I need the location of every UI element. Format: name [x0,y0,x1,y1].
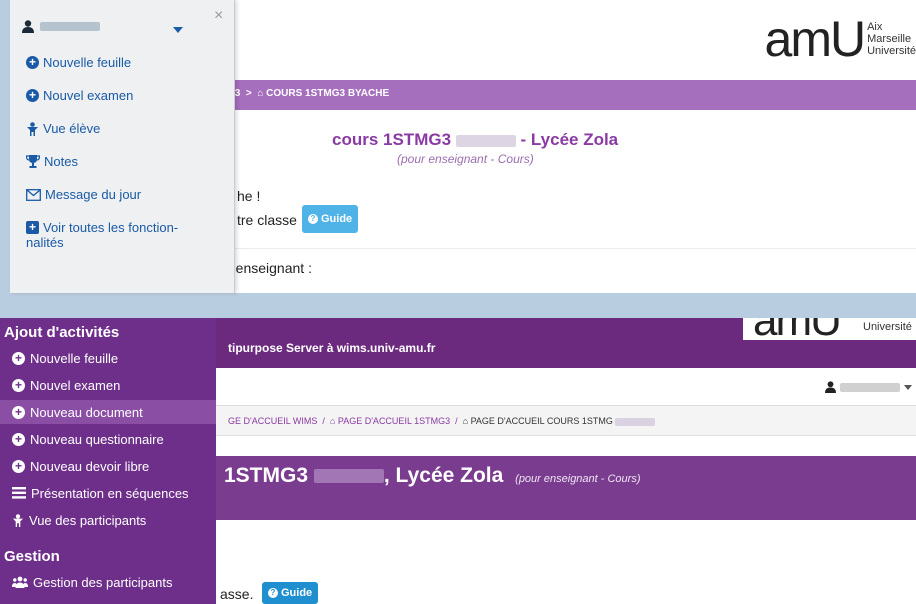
breadcrumb-item[interactable]: PAGE D'ACCUEIL 1STMG3 [338,416,450,426]
menu-item-nouvelle-feuille[interactable]: + Nouvelle feuille [26,55,131,70]
menu-item-notes[interactable]: Notes [26,154,78,169]
redacted-text [615,417,656,426]
amu-logo: amU Université [743,318,916,340]
menu-item-voir-toutes[interactable]: + Voir toutes les fonction- nalités [26,220,178,250]
menu-item-vue-eleve[interactable]: Vue élève [26,121,100,136]
class-text: asse. [220,586,254,602]
redacted-text [313,469,384,484]
question-icon: ? [268,588,278,598]
home-icon: ⌂ [257,88,264,99]
sidebar-item-nouveau-devoir-libre[interactable]: + Nouveau devoir libre [0,454,216,478]
page-subtitle: (pour enseignant - Cours) [515,473,641,485]
teacher-text: 'enseignant : [233,260,312,276]
plus-circle-icon: + [12,378,25,392]
class-text: tre classe [237,212,297,228]
breadcrumb: G3 > ⌂ COURS 1STMG3 BYACHE [227,88,389,99]
amu-logo: amU Aix Marseille Université [765,12,916,66]
redacted-user-name [840,382,900,392]
sidebar-item-nouvel-examen[interactable]: + Nouvel examen [0,373,216,397]
breadcrumb-item[interactable]: GE D'ACCUEIL WIMS [228,416,317,426]
guide-button[interactable]: ? Guide [262,582,319,604]
close-icon[interactable]: × [214,8,223,24]
greeting-text: he ! [237,188,261,204]
divider [230,248,916,249]
server-title: tipurpose Server à wims.univ-amu.fr [228,341,436,355]
sidebar-item-nouveau-questionnaire[interactable]: + Nouveau questionnaire [0,427,216,451]
plus-circle-icon: + [12,351,25,365]
plus-square-icon: + [26,221,39,234]
user-menu-toggle[interactable] [22,20,100,33]
sidebar: Ajout d'activités + Nouvelle feuille + N… [0,318,216,604]
guide-button[interactable]: ? Guide [302,205,359,233]
user-menu-toggle[interactable] [825,381,912,393]
chevron-down-icon[interactable] [173,27,183,33]
user-dropdown-menu: × + Nouvelle feuille + Nouvel examen Vue… [10,0,235,293]
trophy-icon [26,155,40,168]
list-icon [12,487,26,499]
breadcrumb-current: PAGE D'ACCUEIL COURS 1STMG [470,416,613,426]
amu-logo-word: amU [764,11,867,67]
plus-circle-icon: + [12,459,25,473]
child-icon [12,513,24,527]
amu-logo-text: Université [863,321,912,333]
page-subtitle: (pour enseignant - Cours) [397,152,534,166]
sidebar-item-presentation-sequences[interactable]: Présentation en séquences [0,481,216,505]
sidebar-item-nouvelle-feuille[interactable]: + Nouvelle feuille [0,346,216,370]
plus-circle-icon: + [12,405,25,419]
sidebar-item-nouveau-document[interactable]: + Nouveau document [0,400,216,424]
breadcrumb: GE D'ACCUEIL WIMS / ⌂ PAGE D'ACCUEIL 1ST… [228,416,656,426]
menu-item-message-du-jour[interactable]: Message du jour [26,187,141,202]
plus-circle-icon: + [26,89,39,102]
sidebar-heading-gestion: Gestion [4,548,60,565]
breadcrumb-current: COURS 1STMG3 BYACHE [266,88,390,99]
plus-circle-icon: + [12,432,25,446]
menu-item-nouvel-examen[interactable]: + Nouvel examen [26,88,133,103]
page-title: 1STMG3 , Lycée Zola (pour enseignant - C… [224,464,641,487]
amu-logo-text: Aix Marseille Université [867,21,916,57]
redacted-text [455,134,516,147]
amu-logo-word: amU [753,318,842,340]
chevron-down-icon [904,384,912,390]
question-icon: ? [308,214,318,224]
sidebar-heading-ajout: Ajout d'activités [4,324,120,341]
page-title: cours 1STMG3 - Lycée Zola [332,130,619,149]
home-icon: ⌂ [329,416,336,426]
breadcrumb-separator: > [245,88,252,99]
sidebar-item-vue-participants[interactable]: Vue des participants [0,508,216,532]
child-icon [27,121,38,136]
user-icon [825,381,836,393]
users-icon [12,576,28,588]
sidebar-item-gestion-participants[interactable]: Gestion des participants [0,570,216,594]
envelope-icon [26,188,41,201]
user-icon [22,20,34,33]
plus-circle-icon: + [26,56,39,69]
home-icon: ⌂ [462,416,469,426]
redacted-user-name [40,22,100,31]
